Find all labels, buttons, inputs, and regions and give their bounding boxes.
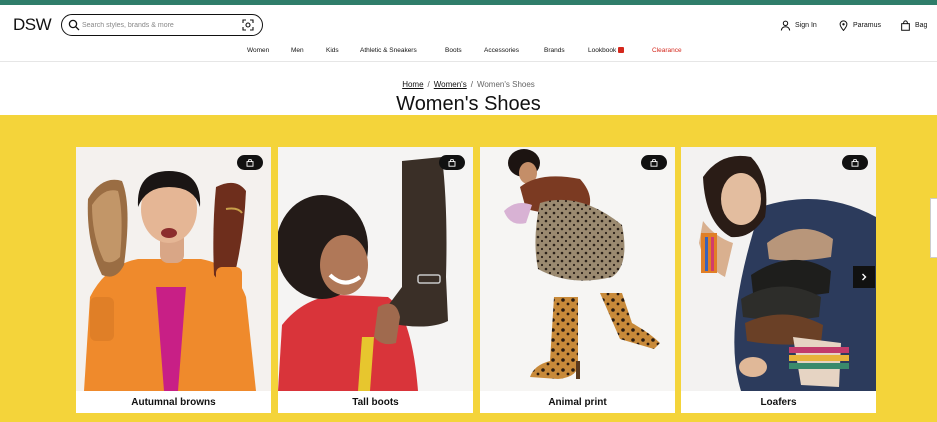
card-image-loafers [681, 147, 876, 391]
breadcrumb-womens[interactable]: Women's [434, 80, 467, 89]
nav-item-accessories[interactable]: Accessories [484, 47, 519, 54]
nav-item-men[interactable]: Men [291, 47, 304, 54]
search-bar[interactable] [61, 14, 263, 36]
dsw-logo[interactable]: DSW [13, 15, 52, 35]
sign-in-link[interactable]: Sign In [780, 20, 817, 31]
save-icon [448, 158, 456, 167]
card-label: Loafers [760, 397, 797, 408]
page-title: Women's Shoes [396, 93, 541, 115]
location-label: Paramus [853, 22, 882, 29]
nav-item-boots[interactable]: Boots [445, 47, 462, 54]
save-button[interactable] [237, 155, 263, 170]
lookbook-icon [618, 47, 625, 54]
category-card-tall-boots[interactable]: Tall boots [278, 147, 473, 413]
card-label: Autumnal browns [131, 397, 216, 408]
sign-in-label: Sign In [795, 22, 817, 29]
category-card-animal-print[interactable]: Animal print [480, 147, 675, 413]
nav-item-brands[interactable]: Brands [544, 47, 565, 54]
card-label: Tall boots [352, 397, 399, 408]
store-location-link[interactable]: Paramus [838, 20, 881, 31]
card-image-tall-boots [278, 147, 473, 391]
site-header: DSW Sign In Paramus Bag Wom [0, 5, 937, 62]
chevron-right-icon [862, 273, 867, 281]
save-button[interactable] [842, 155, 868, 170]
nav-item-athletic-sneakers[interactable]: Athletic & Sneakers [360, 47, 417, 54]
nav-item-women[interactable]: Women [247, 47, 269, 54]
location-pin-icon [839, 20, 848, 31]
user-icon [780, 20, 791, 31]
save-button[interactable] [439, 155, 465, 170]
bag-link[interactable]: Bag [900, 20, 927, 31]
breadcrumb: Home / Women's / Women's Shoes [0, 80, 937, 89]
save-button[interactable] [641, 155, 667, 170]
nav-item-lookbook[interactable]: Lookbook [588, 47, 625, 54]
bag-label: Bag [915, 22, 928, 29]
category-card-loafers[interactable]: Loafers [681, 147, 876, 413]
side-feedback-tab[interactable] [930, 198, 937, 258]
main-nav: Women Men Kids Athletic & Sneakers Boots… [0, 47, 937, 59]
breadcrumb-separator: / [427, 80, 430, 89]
breadcrumb-current: Women's Shoes [476, 80, 535, 89]
carousel-next-button[interactable] [853, 266, 875, 288]
card-label: Animal print [548, 397, 607, 408]
save-icon [246, 158, 254, 167]
card-image-animal-print [480, 147, 675, 391]
bag-icon [901, 20, 910, 31]
nav-item-clearance[interactable]: Clearance [652, 47, 682, 54]
search-input[interactable] [82, 17, 232, 33]
breadcrumb-home[interactable]: Home [402, 80, 423, 89]
nav-item-kids[interactable]: Kids [326, 47, 339, 54]
save-icon [650, 158, 658, 167]
visual-search-icon[interactable] [242, 19, 254, 31]
category-card-autumnal-browns[interactable]: Autumnal browns [76, 147, 271, 413]
lookbook-label: Lookbook [588, 47, 617, 54]
save-icon [851, 158, 859, 167]
search-icon [68, 19, 80, 31]
card-image-autumnal-browns [76, 147, 271, 391]
breadcrumb-separator: / [470, 80, 473, 89]
